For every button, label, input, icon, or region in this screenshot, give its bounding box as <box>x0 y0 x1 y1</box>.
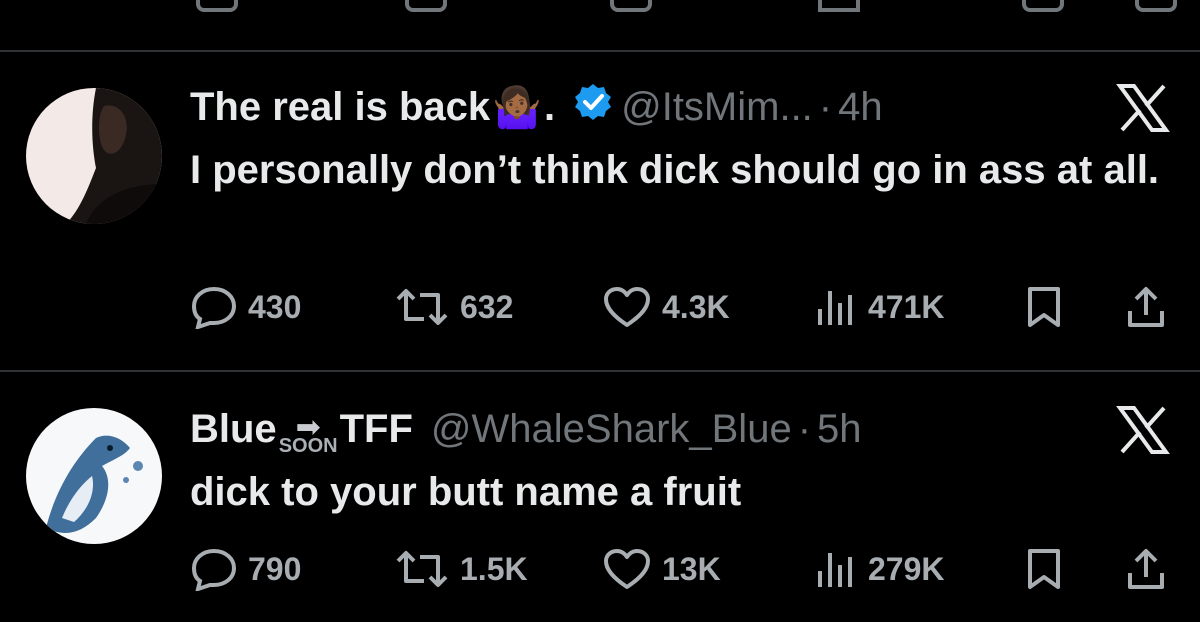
like-button[interactable]: 13K <box>602 546 721 592</box>
tweet-header: The real is back 🤷🏾‍♀️ . @ItsMim... · 4h <box>190 82 883 132</box>
reply-icon <box>191 286 237 329</box>
tweet-actions: 790 1.5K 13K 279K <box>190 546 1180 592</box>
avatar[interactable] <box>26 88 162 224</box>
timestamp[interactable]: 4h <box>838 85 883 130</box>
like-count: 13K <box>662 550 721 587</box>
retweet-icon <box>396 551 448 587</box>
separator-dot: · <box>797 406 812 451</box>
bookmark-icon <box>1028 287 1060 327</box>
share-button[interactable] <box>1124 546 1178 592</box>
views-icon[interactable] <box>818 0 860 12</box>
bookmark-icon <box>1028 549 1060 589</box>
bookmark-icon[interactable] <box>1022 0 1064 12</box>
reply-count: 790 <box>248 550 302 587</box>
x-logo-icon <box>1116 84 1170 132</box>
share-icon <box>1128 287 1164 327</box>
like-icon <box>604 287 650 327</box>
retweet-button[interactable]: 1.5K <box>394 546 528 592</box>
x-logo-icon <box>1116 406 1170 454</box>
soon-label: SOON <box>278 435 338 457</box>
display-name-part-2[interactable]: TFF <box>340 407 413 452</box>
like-button[interactable]: 4.3K <box>602 284 730 330</box>
display-name[interactable]: Blue <box>190 407 277 452</box>
share-icon[interactable] <box>1135 0 1177 12</box>
views-button[interactable]: 279K <box>814 546 945 592</box>
views-icon <box>818 291 852 325</box>
avatar[interactable] <box>26 408 162 544</box>
reply-icon <box>191 548 237 591</box>
reply-count: 430 <box>248 288 302 325</box>
like-icon <box>604 549 650 589</box>
bookmark-button[interactable] <box>1024 546 1074 592</box>
tweet-text: dick to your butt name a fruit <box>190 470 742 514</box>
view-count: 279K <box>868 550 945 587</box>
share-button[interactable] <box>1124 284 1178 330</box>
retweet-icon[interactable] <box>405 0 447 12</box>
retweet-count: 1.5K <box>460 550 528 587</box>
display-name[interactable]: The real is back <box>190 85 490 130</box>
like-count: 4.3K <box>662 288 730 325</box>
timestamp[interactable]: 5h <box>817 407 862 452</box>
tweet[interactable]: Blue ➡ SOON TFF @WhaleShark_Blue · 5h di… <box>0 372 1200 622</box>
bookmark-button[interactable] <box>1024 284 1074 330</box>
views-button[interactable]: 471K <box>814 284 945 330</box>
display-name-suffix: . <box>543 84 556 129</box>
view-count: 471K <box>868 288 945 325</box>
verified-badge-icon <box>573 82 613 132</box>
views-icon <box>818 553 852 587</box>
tweet-header: Blue ➡ SOON TFF @WhaleShark_Blue · 5h <box>190 404 862 457</box>
handle[interactable]: @WhaleShark_Blue <box>431 407 792 452</box>
reply-icon[interactable] <box>196 0 238 12</box>
like-icon[interactable] <box>610 0 652 12</box>
soon-badge: ➡ SOON <box>278 413 338 457</box>
tweet-actions: 430 632 4.3K 471K <box>190 284 1180 330</box>
retweet-button[interactable]: 632 <box>394 284 513 330</box>
tweet[interactable]: The real is back 🤷🏾‍♀️ . @ItsMim... · 4h… <box>0 52 1200 370</box>
retweet-icon <box>396 289 448 325</box>
retweet-count: 632 <box>460 288 514 325</box>
reply-button[interactable]: 790 <box>190 546 301 592</box>
shrug-emoji: 🤷🏾‍♀️ <box>492 85 542 130</box>
separator-dot: · <box>818 84 833 129</box>
share-icon <box>1128 549 1164 589</box>
tweet-text: I personally don’t think dick should go … <box>190 148 1160 192</box>
reply-button[interactable]: 430 <box>190 284 301 330</box>
previous-tweet-actions <box>0 0 1200 50</box>
handle[interactable]: @ItsMim... <box>621 85 813 130</box>
